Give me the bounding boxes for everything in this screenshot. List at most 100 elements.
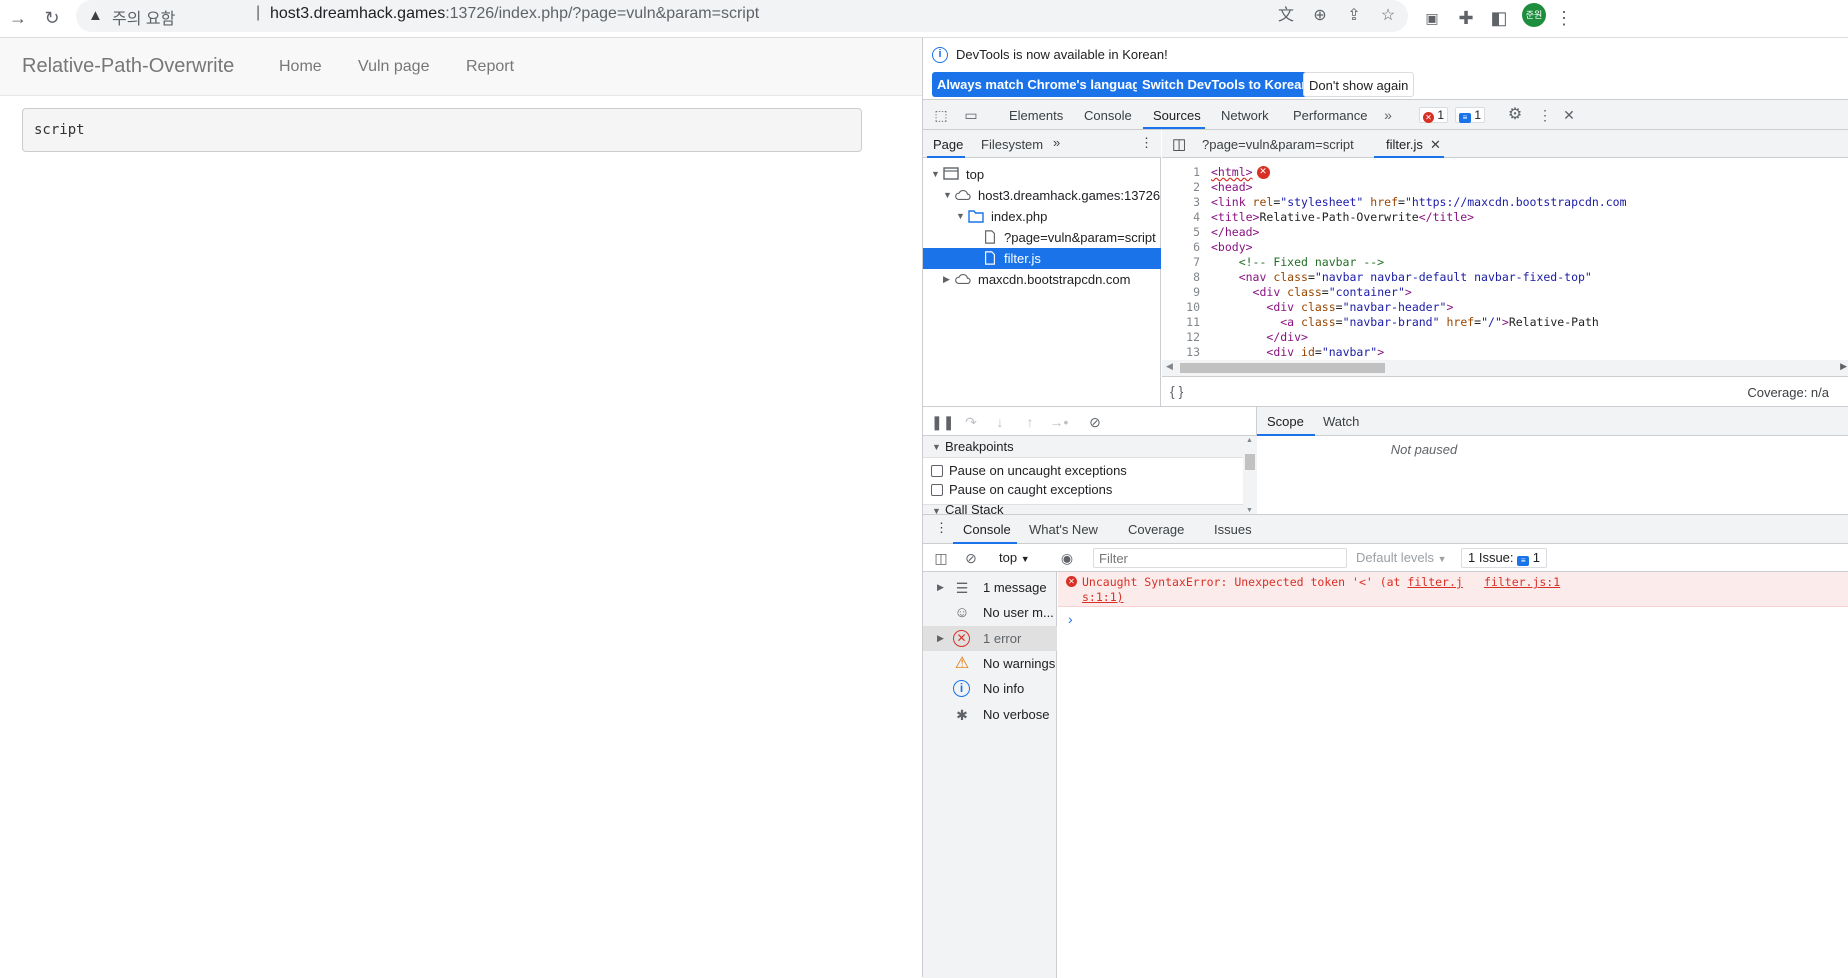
expand-triangle-icon: ▼ — [932, 442, 941, 452]
drawer-tab-issues[interactable]: Issues — [1214, 522, 1252, 537]
tree-item-file-selected[interactable]: filter.js — [923, 248, 1161, 269]
checkbox-icon[interactable] — [931, 484, 943, 496]
translate-icon[interactable]: 文 — [1274, 4, 1298, 28]
side-panel-icon[interactable]: ◧ — [1487, 6, 1511, 30]
horizontal-scrollbar[interactable]: ◀ ▶ — [1162, 360, 1848, 376]
clear-console-icon[interactable]: ⊘ — [961, 548, 981, 568]
forward-icon[interactable]: → — [6, 6, 30, 30]
scroll-left-icon[interactable]: ◀ — [1166, 361, 1173, 372]
tree-item-file[interactable]: ?page=vuln&param=script — [923, 227, 1161, 248]
scroll-down-icon[interactable]: ▼ — [1246, 507, 1253, 514]
devtools-menu-icon[interactable]: ⋮ — [1535, 105, 1555, 125]
tab-sources[interactable]: Sources — [1153, 108, 1201, 123]
more-navigator-tabs-icon[interactable]: » — [1053, 135, 1060, 150]
tab-filesystem[interactable]: Filesystem — [981, 137, 1043, 152]
close-icon[interactable]: ✕ — [1559, 105, 1579, 125]
always-match-language-button[interactable]: Always match Chrome's language — [932, 72, 1153, 97]
security-status: 주의 요함 — [112, 11, 176, 28]
console-filter-input[interactable] — [1093, 548, 1347, 568]
step-into-icon[interactable]: ↓ — [990, 412, 1010, 432]
drawer-tab-whats-new[interactable]: What's New — [1029, 522, 1098, 537]
editor-tab-filter-js[interactable]: filter.js — [1386, 137, 1423, 152]
profile-avatar[interactable]: 준원 — [1522, 3, 1546, 27]
pause-uncaught-checkbox[interactable]: Pause on uncaught exceptions — [931, 463, 1127, 478]
expand-triangle-icon: ▶ — [937, 633, 944, 643]
nav-link-report[interactable]: Report — [466, 58, 514, 76]
drawer-tab-coverage[interactable]: Coverage — [1128, 522, 1184, 537]
pause-icon[interactable]: ❚❚ — [931, 412, 954, 432]
tab-watch[interactable]: Watch — [1323, 414, 1359, 429]
toggle-navigator-icon[interactable]: ◫ — [1172, 135, 1186, 153]
url-text[interactable]: host3.dreamhack.games:13726/index.php/?p… — [270, 5, 759, 23]
sidebar-item-warnings[interactable]: ⚠ No warnings — [923, 651, 1057, 676]
drawer-tabs: ⋮ Console What's New Coverage Issues — [923, 515, 1848, 544]
drawer-tab-console[interactable]: Console — [963, 522, 1011, 537]
scroll-up-icon[interactable]: ▲ — [1246, 437, 1253, 444]
deactivate-breakpoints-icon[interactable]: ⊘ — [1085, 412, 1105, 432]
settings-gear-icon[interactable]: ⚙ — [1505, 105, 1525, 125]
console-sidebar: ▶ ☰ 1 message ☺ No user m... ▶ ✕ 1 error… — [923, 572, 1057, 978]
nav-link-vuln-page[interactable]: Vuln page — [358, 58, 429, 76]
sidebar-item-verbose[interactable]: ✱ No verbose — [923, 702, 1057, 727]
navbar-brand[interactable]: Relative-Path-Overwrite — [22, 55, 234, 78]
step-out-icon[interactable]: ↑ — [1020, 412, 1040, 432]
debugger-toolbar: ❚❚ ↷ ↓ ↑ →• ⊘ — [923, 407, 1257, 436]
live-expression-eye-icon[interactable]: ◉ — [1057, 548, 1077, 568]
code-view[interactable]: 1 <html> ✕ 2 <head> 3 <link rel="stylesheet"… — [1162, 160, 1848, 360]
drawer-menu-icon[interactable]: ⋮ — [935, 520, 948, 536]
tree-item-folder[interactable]: ▼ index.php — [923, 206, 1161, 227]
issues-button[interactable]: 1 Issue: ≡ 1 — [1461, 548, 1548, 568]
sidebar-toggle-icon[interactable]: ◫ — [931, 548, 951, 568]
console-prompt-icon[interactable]: › — [1068, 611, 1073, 627]
tree-item-top[interactable]: ▼ top — [923, 164, 1161, 185]
scrollbar-thumb[interactable] — [1180, 363, 1385, 373]
sidebar-item-user-messages[interactable]: ☺ No user m... — [923, 600, 1057, 625]
tab-scope[interactable]: Scope — [1267, 414, 1304, 429]
bookmark-star-icon[interactable]: ☆ — [1376, 4, 1400, 28]
tab-console[interactable]: Console — [1084, 108, 1132, 123]
scrollbar-thumb[interactable] — [1245, 454, 1255, 470]
tree-item-cdn[interactable]: ▶ maxcdn.bootstrapcdn.com — [923, 269, 1161, 290]
editor-tab-page[interactable]: ?page=vuln&param=script — [1202, 137, 1354, 152]
extensions-puzzle-icon[interactable]: ✚ — [1454, 6, 1478, 30]
extension-image-icon[interactable]: ▣ — [1420, 6, 1444, 30]
navigator-menu-icon[interactable]: ⋮ — [1140, 135, 1153, 151]
dropdown-arrow-icon: ▼ — [1437, 554, 1447, 564]
tab-performance[interactable]: Performance — [1293, 108, 1367, 123]
breakpoints-header[interactable]: ▼ Breakpoints — [923, 436, 1243, 458]
checkbox-icon[interactable] — [931, 465, 943, 477]
debugger-scrollbar[interactable]: ▲ ▼ — [1243, 436, 1257, 515]
more-tabs-icon[interactable]: » — [1378, 105, 1398, 125]
share-icon[interactable]: ⇪ — [1342, 4, 1366, 28]
error-link[interactable]: filter.j — [1407, 575, 1462, 589]
navbar: Relative-Path-Overwrite Home Vuln page R… — [0, 38, 922, 96]
sidebar-item-messages[interactable]: ▶ ☰ 1 message — [923, 575, 1057, 600]
inspect-element-icon[interactable]: ⬚ — [931, 105, 951, 125]
error-source-link[interactable]: filter.js:1 — [1484, 575, 1560, 589]
issue-count-badge[interactable]: ≡ 1 — [1455, 107, 1486, 123]
address-bar[interactable]: ▲ 주의 요함 | host3.dreamhack.games:13726/in… — [76, 0, 1408, 32]
sidebar-item-info[interactable]: i No info — [923, 676, 1057, 701]
nav-link-home[interactable]: Home — [279, 58, 322, 76]
error-link-continuation[interactable]: s:1:1) — [1082, 590, 1124, 604]
context-selector[interactable]: top ▼ — [999, 550, 1030, 565]
reload-icon[interactable]: ↻ — [40, 6, 64, 30]
tab-elements[interactable]: Elements — [1009, 108, 1063, 123]
step-over-icon[interactable]: ↷ — [961, 412, 981, 432]
tab-network[interactable]: Network — [1221, 108, 1269, 123]
tab-page[interactable]: Page — [933, 137, 963, 152]
error-count-badge[interactable]: ✕ 1 — [1419, 107, 1449, 123]
menu-kebab-icon[interactable]: ⋮ — [1552, 6, 1576, 30]
pause-caught-checkbox[interactable]: Pause on caught exceptions — [931, 482, 1112, 497]
sidebar-item-errors[interactable]: ▶ ✕ 1 error — [923, 626, 1057, 651]
scroll-right-icon[interactable]: ▶ — [1840, 361, 1847, 372]
tree-item-host[interactable]: ▼ host3.dreamhack.games:13726 — [923, 185, 1161, 206]
close-tab-icon[interactable]: ✕ — [1430, 137, 1441, 153]
log-levels-dropdown[interactable]: Default levels ▼ — [1356, 550, 1447, 565]
switch-to-korean-button[interactable]: Switch DevTools to Korean — [1137, 72, 1315, 97]
pretty-print-icon[interactable]: { } — [1170, 383, 1183, 399]
zoom-icon[interactable]: ⊕ — [1308, 4, 1332, 28]
device-toolbar-icon[interactable]: ▭ — [961, 105, 981, 125]
step-icon[interactable]: →• — [1049, 412, 1069, 432]
dont-show-again-button[interactable]: Don't show again — [1303, 72, 1415, 97]
